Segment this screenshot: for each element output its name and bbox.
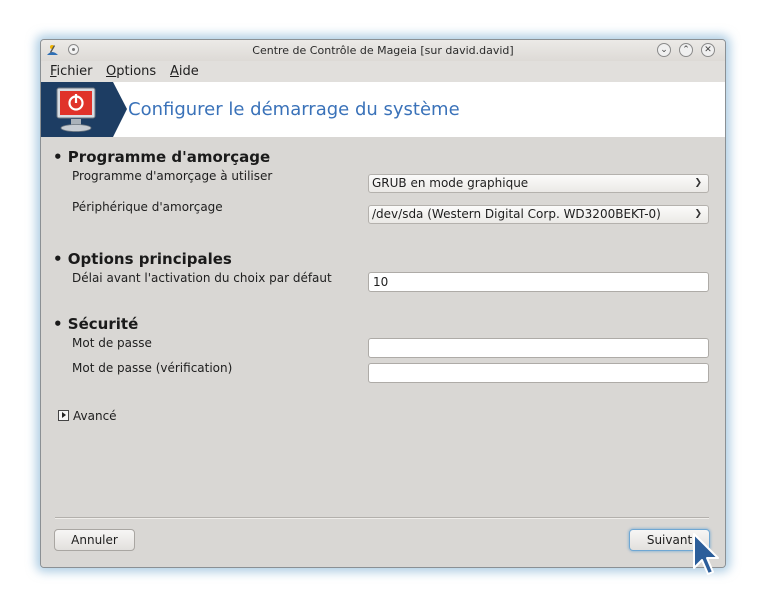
- page-title: Configurer le démarrage du système: [128, 99, 460, 120]
- header-banner: Configurer le démarrage du système: [41, 82, 725, 137]
- maximize-icon[interactable]: ⌃: [679, 43, 693, 57]
- title-bar[interactable]: Centre de Contrôle de Mageia [sur david.…: [41, 40, 725, 61]
- content-area: • Programme d'amorçage Programme d'amorç…: [41, 137, 725, 567]
- cancel-button[interactable]: Annuler: [54, 529, 135, 551]
- chevron-down-icon: ❯: [694, 209, 702, 219]
- banner-arrow: [113, 82, 127, 137]
- section-title-bootloader: • Programme d'amorçage: [53, 148, 271, 166]
- bootloader-program-select[interactable]: GRUB en mode graphique ❯: [368, 174, 709, 193]
- minimize-icon[interactable]: ⌄: [657, 43, 671, 57]
- bootloader-program-value: GRUB en mode graphique: [372, 176, 529, 190]
- power-monitor-icon: [56, 87, 96, 132]
- banner-icon-panel: [41, 82, 113, 137]
- section-title-main-options: • Options principales: [53, 250, 232, 268]
- chevron-down-icon: ❯: [694, 178, 702, 188]
- button-separator: [55, 517, 709, 519]
- password-field[interactable]: [368, 338, 709, 358]
- close-icon[interactable]: ✕: [701, 43, 715, 57]
- default-delay-input[interactable]: 10: [368, 272, 709, 292]
- advanced-expander[interactable]: Avancé: [58, 409, 117, 423]
- boot-device-select[interactable]: /dev/sda (Western Digital Corp. WD3200BE…: [368, 205, 709, 224]
- menu-bar: Fichier Options Aide: [41, 61, 725, 82]
- password-verify-field[interactable]: [368, 363, 709, 383]
- advanced-label: Avancé: [73, 409, 117, 423]
- main-window: Centre de Contrôle de Mageia [sur david.…: [40, 39, 726, 568]
- password-verify-label: Mot de passe (vérification): [72, 361, 233, 375]
- section-title-security: • Sécurité: [53, 315, 139, 333]
- menu-aide[interactable]: Aide: [170, 64, 199, 79]
- boot-device-label: Périphérique d'amorçage: [72, 200, 223, 214]
- password-label: Mot de passe: [72, 336, 152, 350]
- expand-triangle-icon: [58, 410, 69, 421]
- boot-device-value: /dev/sda (Western Digital Corp. WD3200BE…: [372, 207, 661, 221]
- menu-options[interactable]: Options: [106, 64, 156, 79]
- window-title: Centre de Contrôle de Mageia [sur david.…: [252, 44, 514, 57]
- menu-fichier[interactable]: Fichier: [50, 64, 93, 79]
- bootloader-program-label: Programme d'amorçage à utiliser: [72, 169, 273, 183]
- mouse-pointer-icon: [693, 533, 719, 575]
- default-delay-label: Délai avant l'activation du choix par dé…: [72, 271, 332, 285]
